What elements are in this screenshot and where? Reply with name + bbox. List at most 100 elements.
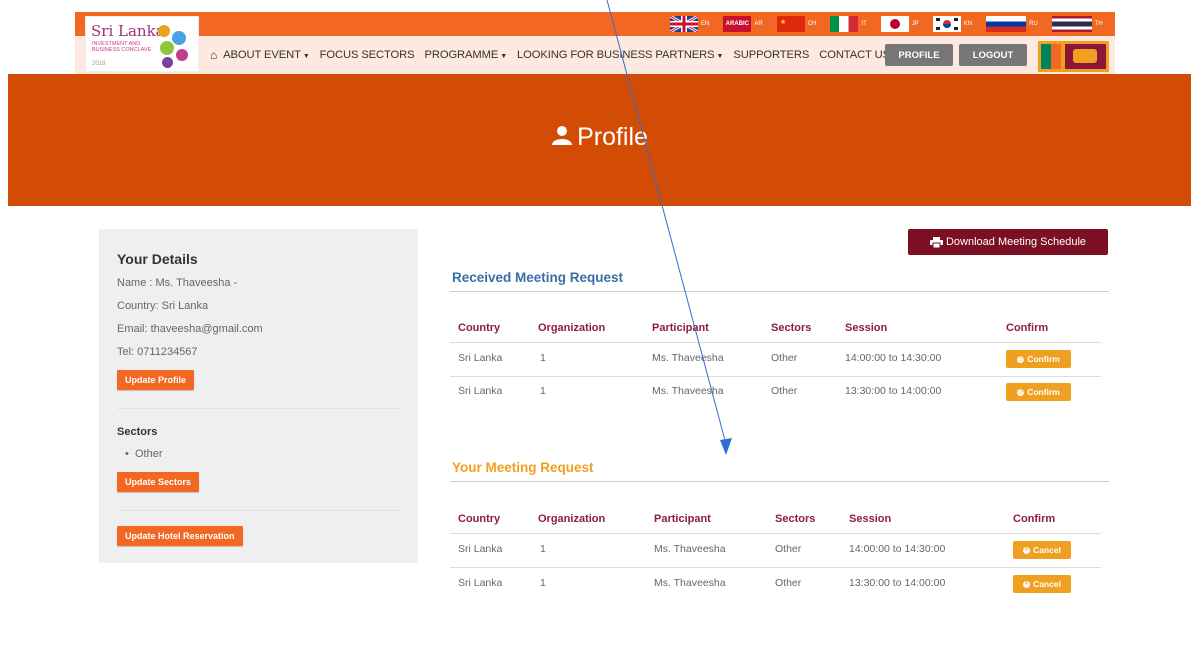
uk-flag-icon [670,16,698,32]
cell-organization: 1 [540,577,546,589]
table-divider [450,533,1101,534]
nav-supporters[interactable]: SUPPORTERS [733,49,809,61]
lang-it[interactable]: IT [830,16,867,32]
svg-text:★: ★ [780,18,786,26]
detail-country: Country: Sri Lanka [117,300,209,312]
col-confirm: Confirm [1006,322,1049,334]
lang-kn[interactable]: KN [932,16,972,32]
cell-country: Sri Lanka [458,577,503,589]
lang-code: JP [911,21,919,27]
cell-session: 14:00:00 to 14:30:00 [845,352,942,364]
divider [117,408,399,409]
lang-ch[interactable]: ★ CH [776,16,817,32]
detail-tel: Tel: 0711234567 [117,346,198,358]
home-icon[interactable]: ⌂ [210,48,217,62]
table-divider [450,376,1101,377]
cell-country: Sri Lanka [458,385,503,397]
lang-ar[interactable]: ARABIC AR [723,16,763,32]
received-requests-title: Received Meeting Request [452,270,624,285]
page-banner: Profile [8,74,1191,206]
cancel-button[interactable]: ✕ Cancel [1013,575,1071,593]
lang-code: AR [754,21,763,27]
main-menu: ⌂ ABOUT EVENT ▼ FOCUS SECTORS PROGRAMME ▼ … [210,37,900,73]
cell-participant: Ms. Thaveesha [652,352,724,364]
table-divider [450,342,1101,343]
detail-email: Email: thaveesha@gmail.com [117,323,263,335]
update-profile-button[interactable]: Update Profile [117,370,195,390]
cell-participant: Ms. Thaveesha [654,543,726,555]
nav-about-event[interactable]: ABOUT EVENT ▼ [223,49,310,61]
your-requests-title: Your Meeting Request [452,460,594,475]
cell-sector: Other [775,577,802,589]
lang-code: TH [1094,21,1103,27]
cell-country: Sri Lanka [458,543,503,555]
nav-programme[interactable]: PROGRAMME ▼ [425,49,508,61]
divider [450,481,1109,482]
cell-session: 14:00:00 to 14:30:00 [849,543,946,555]
col-country: Country [458,513,501,525]
table-divider [450,567,1101,568]
logo-ring-icon [176,49,188,61]
lang-jp[interactable]: JP [880,16,919,32]
col-confirm: Confirm [1013,513,1056,525]
lang-code: IT [861,21,867,27]
logo-subtitle: INVESTMENT AND BUSINESS CONCLAVE [92,41,152,53]
caret-down-icon: ▼ [500,53,508,60]
logo-year: 2018 [92,61,106,67]
details-heading: Your Details [117,251,198,267]
page-title-text: Profile [577,122,648,151]
cell-country: Sri Lanka [458,352,503,364]
detail-name: Name : Ms. Thaveesha - [117,277,238,289]
sector-list-item: • Other [125,448,163,460]
cell-organization: 1 [540,543,546,555]
event-logo[interactable]: Sri Lanka INVESTMENT AND BUSINESS CONCLA… [85,16,199,72]
print-icon [929,236,943,248]
col-organization: Organization [538,322,606,334]
lang-code: RU [1029,21,1038,27]
cancel-icon: ✕ [1023,546,1031,554]
china-flag-icon: ★ [776,16,805,32]
lang-ru[interactable]: RU [986,16,1038,32]
nav-contact-us[interactable]: CONTACT US [819,49,890,61]
lang-code: CH [807,21,817,27]
logo-ring-icon [172,31,186,45]
nav-focus-sectors[interactable]: FOCUS SECTORS [320,49,415,61]
sri-lanka-flag-icon [1038,41,1109,72]
italy-flag-icon [830,16,859,32]
cell-sector: Other [771,352,798,364]
logout-button[interactable]: LOGOUT [959,44,1027,66]
cell-sector: Other [775,543,802,555]
confirm-button[interactable]: ◷ Confirm [1006,350,1071,368]
confirm-button[interactable]: ◷ Confirm [1006,383,1071,401]
lang-en[interactable]: EN [670,16,709,32]
update-hotel-reservation-button[interactable]: Update Hotel Reservation [117,526,243,546]
logo-ring-icon [162,57,173,68]
korea-flag-icon [932,16,961,32]
col-country: Country [458,322,501,334]
cancel-icon: ✕ [1023,580,1031,588]
cell-session: 13:30:00 to 14:00:00 [845,385,942,397]
sectors-heading: Sectors [117,426,158,438]
caret-down-icon: ▼ [302,53,310,60]
arabic-flag-icon: ARABIC [723,16,752,32]
caret-down-icon: ▼ [716,53,724,60]
download-label: Download Meeting Schedule [945,236,1087,248]
logo-title: Sri Lanka [91,22,165,40]
language-selector: EN ARABIC AR ★ CH IT JP KN RU TH [670,14,1117,34]
clock-icon: ◷ [1017,388,1025,396]
lang-th[interactable]: TH [1051,16,1103,32]
cell-sector: Other [771,385,798,397]
col-session: Session [849,513,892,525]
nav-business-partners[interactable]: LOOKING FOR BUSINESS PARTNERS ▼ [517,49,723,61]
russia-flag-icon [986,16,1027,32]
col-organization: Organization [538,513,606,525]
col-sectors: Sectors [771,322,812,334]
profile-button[interactable]: PROFILE [885,44,953,66]
user-icon [551,123,573,152]
japan-flag-icon [880,16,909,32]
download-meeting-schedule-button[interactable]: Download Meeting Schedule [908,229,1108,255]
cell-organization: 1 [540,385,546,397]
cancel-button[interactable]: ✕ Cancel [1013,541,1071,559]
update-sectors-button[interactable]: Update Sectors [117,472,200,492]
logo-ring-icon [158,25,170,37]
